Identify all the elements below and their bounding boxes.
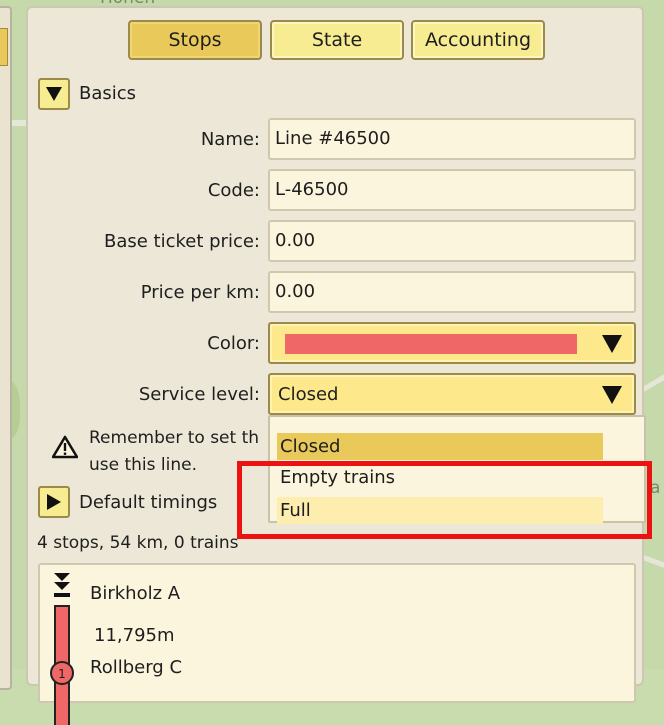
name-input[interactable]: Line #46500	[268, 118, 636, 160]
code-label: Code:	[207, 180, 260, 201]
warning-text-line2: use this line.	[89, 455, 198, 475]
chevron-down-icon	[602, 335, 622, 353]
color-label: Color:	[207, 333, 260, 354]
base-ticket-price-input[interactable]: 0.00	[268, 220, 636, 262]
warning-icon	[52, 435, 78, 459]
option-closed[interactable]: Closed	[277, 433, 603, 460]
stop-name-2[interactable]: Rollberg C	[90, 657, 182, 678]
service-level-label: Service level:	[138, 384, 260, 405]
stop-distance: 11,795m	[94, 625, 175, 646]
default-timings-title: Default timings	[79, 492, 218, 513]
triangle-down-icon	[46, 87, 62, 101]
service-level-dropdown[interactable]: Closed	[268, 373, 636, 415]
color-dropdown[interactable]	[268, 322, 636, 364]
left-panel-button[interactable]	[0, 28, 8, 66]
price-per-km-input[interactable]: 0.00	[268, 271, 636, 313]
chevron-down-icon	[602, 386, 622, 404]
tab-stops-label: Stops	[168, 29, 222, 51]
tab-state[interactable]: State	[270, 20, 404, 60]
base-ticket-price-label: Base ticket price:	[103, 231, 260, 252]
basics-section-title: Basics	[79, 83, 137, 104]
line-summary: 4 stops, 54 km, 0 trains	[37, 533, 239, 553]
price-per-km-label: Price per km:	[140, 282, 260, 303]
stop-number-badge: 1	[50, 661, 74, 685]
line-details-window: Stops State Accounting Basics Name: Line…	[26, 6, 646, 725]
left-side-panel	[0, 6, 12, 690]
terminus-chevrons-icon	[54, 573, 70, 597]
stop-name-1[interactable]: Birkholz A	[90, 583, 180, 604]
tab-state-label: State	[311, 29, 363, 51]
tab-stops[interactable]: Stops	[128, 20, 262, 60]
highlight-box	[237, 461, 652, 539]
default-timings-expand-button[interactable]	[38, 486, 70, 518]
stops-list[interactable]: 1 Birkholz A 11,795m Rollberg C	[38, 563, 636, 725]
code-input[interactable]: L-46500	[268, 169, 636, 211]
service-level-value: Closed	[278, 384, 339, 405]
tab-accounting-label: Accounting	[424, 29, 532, 51]
triangle-right-icon	[47, 494, 61, 510]
name-label: Name:	[200, 129, 260, 150]
warning-text-line1: Remember to set th	[89, 428, 260, 448]
color-swatch	[285, 334, 577, 354]
basics-collapse-button[interactable]	[38, 78, 70, 110]
tab-accounting[interactable]: Accounting	[411, 20, 545, 60]
